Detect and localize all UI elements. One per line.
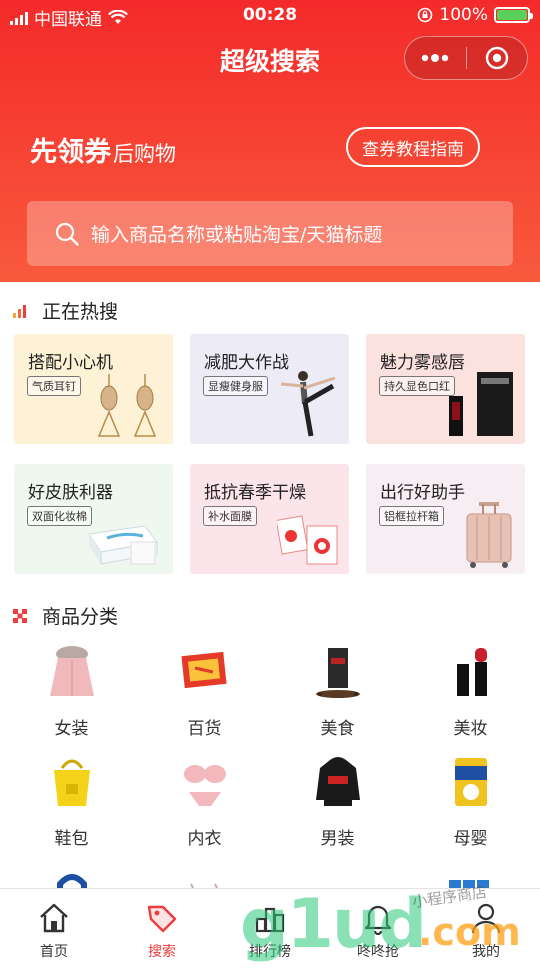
category-section-title: 商品分类 [42,606,119,628]
search-bar[interactable]: 输入商品名称或粘贴淘宝/天猫标题 [27,201,513,266]
category-grid-icon [13,608,27,623]
hot-card-lipstick[interactable]: 魅力雾感唇 持久显色口红 [366,334,525,444]
earrings-image [97,374,157,437]
category-label: 百货 [187,719,222,739]
coupon-guide-button[interactable]: 查券教程指南 [346,127,480,167]
search-input[interactable]: 输入商品名称或粘贴淘宝/天猫标题 [91,220,382,247]
category-mens[interactable]: 男装 [270,750,405,860]
tote-bag-icon [54,759,90,806]
hot-card-fitness[interactable]: 减肥大作战 显瘦健身服 [190,334,349,444]
coffee-bag-icon [316,648,360,698]
hot-card-tag: 补水面膜 [203,506,257,526]
status-bar: 中国联通 00:28 100% [0,0,540,32]
face-mask-image [277,515,338,565]
slogan-main: 先领券 [30,137,111,168]
category-label: 美妆 [453,719,488,739]
tab-home[interactable]: 首页 [0,889,108,961]
more-button[interactable] [405,37,466,79]
trending-bars-icon [13,304,26,318]
household-icon [181,651,227,689]
coat-icon [50,646,94,696]
hot-card-face-mask[interactable]: 抵抗春季干燥 补水面膜 [190,464,349,574]
category-label: 女装 [54,719,89,739]
lipstick-icon [457,648,487,696]
hot-card-tag: 双面化妆棉 [27,506,92,526]
category-baby[interactable]: 母婴 [403,750,538,860]
hot-card-title: 抵抗春季干燥 [204,483,306,503]
hot-card-tag: 铝框拉杆箱 [379,506,444,526]
yoga-pose-image [280,371,336,437]
target-circle-icon [485,46,508,70]
hot-card-cotton-pads[interactable]: 好皮肤利器 双面化妆棉 [14,464,173,574]
category-label: 母婴 [453,829,488,849]
battery-icon [494,7,533,23]
home-icon [40,903,68,933]
category-label: 男装 [320,829,355,849]
hot-card-luggage[interactable]: 出行好助手 铝框拉杆箱 [366,464,525,574]
slogan-sub: 后购物 [113,142,176,166]
search-icon [55,222,79,246]
formula-can-icon [455,758,487,806]
watermark-logo: g1ud [240,885,427,964]
cotton-pads-image [88,525,158,565]
header-banner: 中国联通 00:28 100% 超级搜索 先领券后购物 查券教程指南 输入商品名… [0,0,540,282]
category-label: 内衣 [187,829,222,849]
hot-section-header: 正在热搜 [12,297,118,324]
hoodie-icon [316,757,360,806]
category-shoes-bags[interactable]: 鞋包 [4,750,139,860]
hot-card-tag: 气质耳钉 [27,376,81,396]
category-womens[interactable]: 女装 [4,640,139,750]
rotation-lock-icon [418,7,433,23]
price-tag-icon [147,905,177,933]
slogan: 先领券后购物 [30,130,176,169]
suitcase-image [466,502,512,568]
hot-card-earrings[interactable]: 搭配小心机 气质耳钉 [14,334,173,444]
hot-card-tag: 显瘦健身服 [203,376,268,396]
category-label: 鞋包 [54,829,89,849]
category-household[interactable]: 百货 [137,640,272,750]
more-dots-icon [422,54,449,62]
lip-gloss-image [449,372,513,436]
category-lingerie[interactable]: 内衣 [137,750,272,860]
category-beauty[interactable]: 美妆 [403,640,538,750]
category-section-header: 商品分类 [12,602,118,629]
close-button[interactable] [467,37,528,79]
hot-card-title: 出行好助手 [380,483,465,503]
watermark-domain: .com [418,910,521,954]
tab-search[interactable]: 搜索 [108,889,216,961]
hot-section-title: 正在热搜 [42,301,119,323]
hot-card-title: 好皮肤利器 [28,483,113,503]
tab-label: 搜索 [148,944,176,960]
mini-program-capsule [404,36,528,80]
battery-percent: 100% [439,5,488,25]
lingerie-icon [184,765,226,806]
tab-label: 首页 [40,944,68,960]
category-label: 美食 [320,719,355,739]
category-food[interactable]: 美食 [270,640,405,750]
